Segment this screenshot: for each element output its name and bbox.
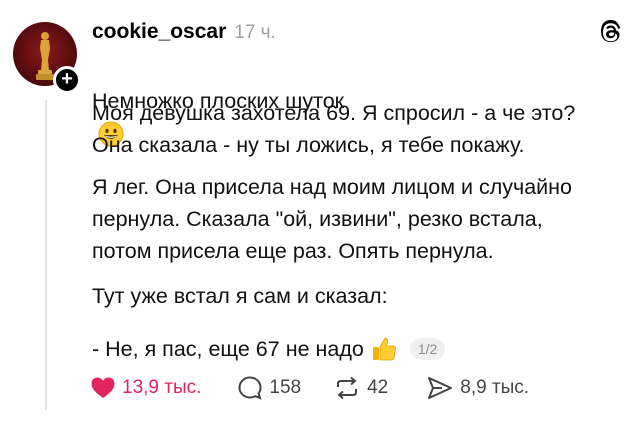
send-paper-plane-icon xyxy=(428,377,453,399)
like-button[interactable]: 13,9 тыс. xyxy=(90,376,201,400)
post-paragraph: Я лег. Она присела над моим лицом и случ… xyxy=(92,175,572,263)
post-paragraph: Моя девушка захотела 69. Я спросил - а ч… xyxy=(92,101,576,157)
repost-count: 42 xyxy=(367,377,389,398)
thread-post: + cookie_oscar 17 ч. Немножко плоских шу… xyxy=(0,0,640,425)
thumbs-up-emoji-icon xyxy=(372,337,396,361)
like-count: 13,9 тыс. xyxy=(122,377,202,398)
share-button[interactable]: 8,9 тыс. xyxy=(426,375,529,401)
username[interactable]: cookie_oscar xyxy=(92,20,226,44)
threads-logo-icon[interactable] xyxy=(596,18,626,48)
post-paragraph: - Не, я пас, еще 67 не надо xyxy=(92,337,364,361)
share-count: 8,9 тыс. xyxy=(460,377,530,398)
thread-line xyxy=(45,100,47,410)
post-header: cookie_oscar 17 ч. xyxy=(92,20,276,44)
follow-plus-button[interactable]: + xyxy=(53,66,81,94)
post-actions: 13,9 тыс. 158 42 8,9 тыс. xyxy=(90,372,529,404)
post-paragraph: Тут уже встал я сам и сказал: xyxy=(92,284,388,308)
repost-button[interactable]: 42 xyxy=(333,375,388,401)
timestamp: 17 ч. xyxy=(234,22,276,43)
page-indicator-badge: 1/2 xyxy=(409,338,446,360)
repost-arrows-icon xyxy=(337,376,358,400)
comment-count: 158 xyxy=(269,377,302,398)
post-last-line: - Не, я пас, еще 67 не надо 1/2 xyxy=(92,333,627,365)
heart-filled-icon xyxy=(91,377,115,398)
comment-button[interactable]: 158 xyxy=(237,375,301,401)
comment-bubble-icon xyxy=(238,376,263,400)
